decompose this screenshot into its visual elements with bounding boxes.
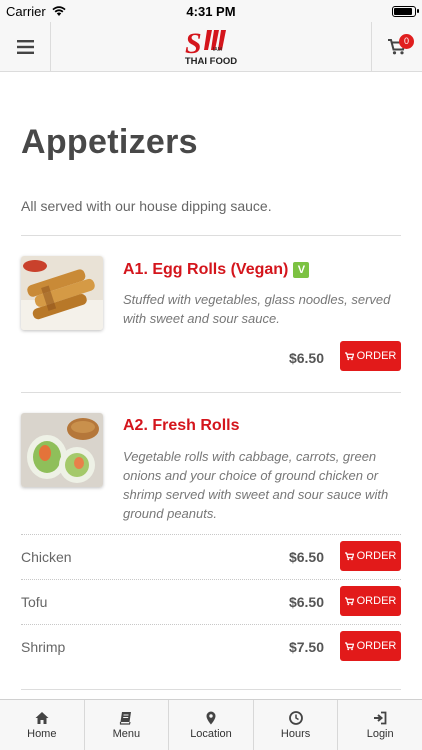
item-name-text[interactable]: A2. Fresh Rolls: [123, 417, 239, 435]
cart-icon: [344, 596, 354, 605]
option-label: Chicken: [21, 549, 72, 565]
login-icon: [374, 711, 387, 724]
order-button[interactable]: ORDER: [340, 541, 401, 571]
cart-icon: [344, 351, 354, 360]
book-icon: [120, 711, 132, 725]
logo-text: THAI FOOD: [185, 56, 237, 67]
option-label: Tofu: [21, 594, 48, 610]
carrier-label: Carrier: [6, 3, 46, 19]
cart-icon: [344, 551, 354, 560]
wifi-icon: [52, 5, 66, 16]
home-icon: [35, 711, 49, 724]
option-row-chicken: Chicken $6.50 ORDER: [21, 535, 401, 579]
item-description: Vegetable rolls with cabbage, carrots, g…: [123, 449, 389, 521]
battery-level: [394, 7, 412, 15]
option-price: $6.50: [288, 549, 324, 565]
item-price: $6.50: [288, 350, 324, 366]
cart-icon: [344, 641, 354, 650]
bottom-nav: Home Menu Location Hours Login: [0, 699, 422, 750]
option-price: $6.50: [288, 594, 324, 610]
menu-item-egg-rolls: A1. Egg Rolls (Vegan) V Stuffed with veg…: [21, 236, 401, 392]
order-button-label: ORDER: [356, 640, 397, 652]
nav-label: Hours: [280, 727, 311, 740]
order-button[interactable]: ORDER: [340, 631, 401, 661]
vegan-badge-icon: V: [293, 262, 310, 278]
app-header: S IAM THAI FOOD 0: [0, 21, 422, 72]
menu-button[interactable]: [0, 21, 51, 72]
cart-button[interactable]: 0: [371, 21, 422, 72]
nav-label: Home: [27, 727, 57, 740]
option-row-shrimp: Shrimp $7.50 ORDER: [21, 625, 401, 669]
cart-count-badge: 0: [399, 33, 414, 49]
status-bar: Carrier 4:31 PM: [0, 0, 422, 22]
item-name[interactable]: A2. Fresh Rolls: [123, 417, 239, 435]
hamburger-icon: [16, 39, 34, 54]
fresh-rolls-photo[interactable]: [21, 413, 103, 487]
order-button-label: ORDER: [356, 595, 397, 607]
option-price: $7.50: [288, 639, 324, 655]
menu-item-fresh-rolls: A2. Fresh Rolls Vegetable rolls with cab…: [21, 393, 401, 534]
order-button[interactable]: ORDER: [340, 341, 401, 371]
logo-small-text: IAM: [213, 47, 222, 53]
menu-content: Appetizers All served with our house dip…: [0, 73, 422, 690]
clock-icon: [288, 710, 303, 725]
option-row-tofu: Tofu $6.50 ORDER: [21, 580, 401, 624]
item-description: Stuffed with vegetables, glass noodles, …: [123, 292, 391, 326]
order-button-label: ORDER: [356, 350, 397, 362]
section-title: Appetizers: [21, 123, 198, 161]
map-pin-icon: [206, 711, 216, 724]
nav-hours[interactable]: Hours: [254, 700, 339, 750]
battery-icon: [392, 5, 419, 17]
option-label: Shrimp: [21, 639, 66, 655]
nav-menu[interactable]: Menu: [85, 700, 170, 750]
logo-mark: S IAM THAI FOOD: [185, 27, 237, 67]
nav-label: Menu: [112, 727, 141, 740]
order-button[interactable]: ORDER: [340, 586, 401, 616]
nav-login[interactable]: Login: [338, 700, 422, 750]
nav-label: Location: [190, 727, 232, 740]
item-name-text[interactable]: A1. Egg Rolls (Vegan): [123, 261, 288, 279]
nav-location[interactable]: Location: [169, 700, 254, 750]
section-description: All served with our house dipping sauce.: [21, 198, 272, 214]
item-name[interactable]: A1. Egg Rolls (Vegan) V: [123, 261, 310, 279]
egg-rolls-photo[interactable]: [21, 256, 103, 330]
restaurant-logo[interactable]: S IAM THAI FOOD: [51, 26, 371, 68]
order-button-label: ORDER: [356, 550, 397, 562]
divider: [21, 689, 401, 690]
nav-home[interactable]: Home: [0, 700, 85, 750]
nav-label: Login: [366, 727, 394, 740]
